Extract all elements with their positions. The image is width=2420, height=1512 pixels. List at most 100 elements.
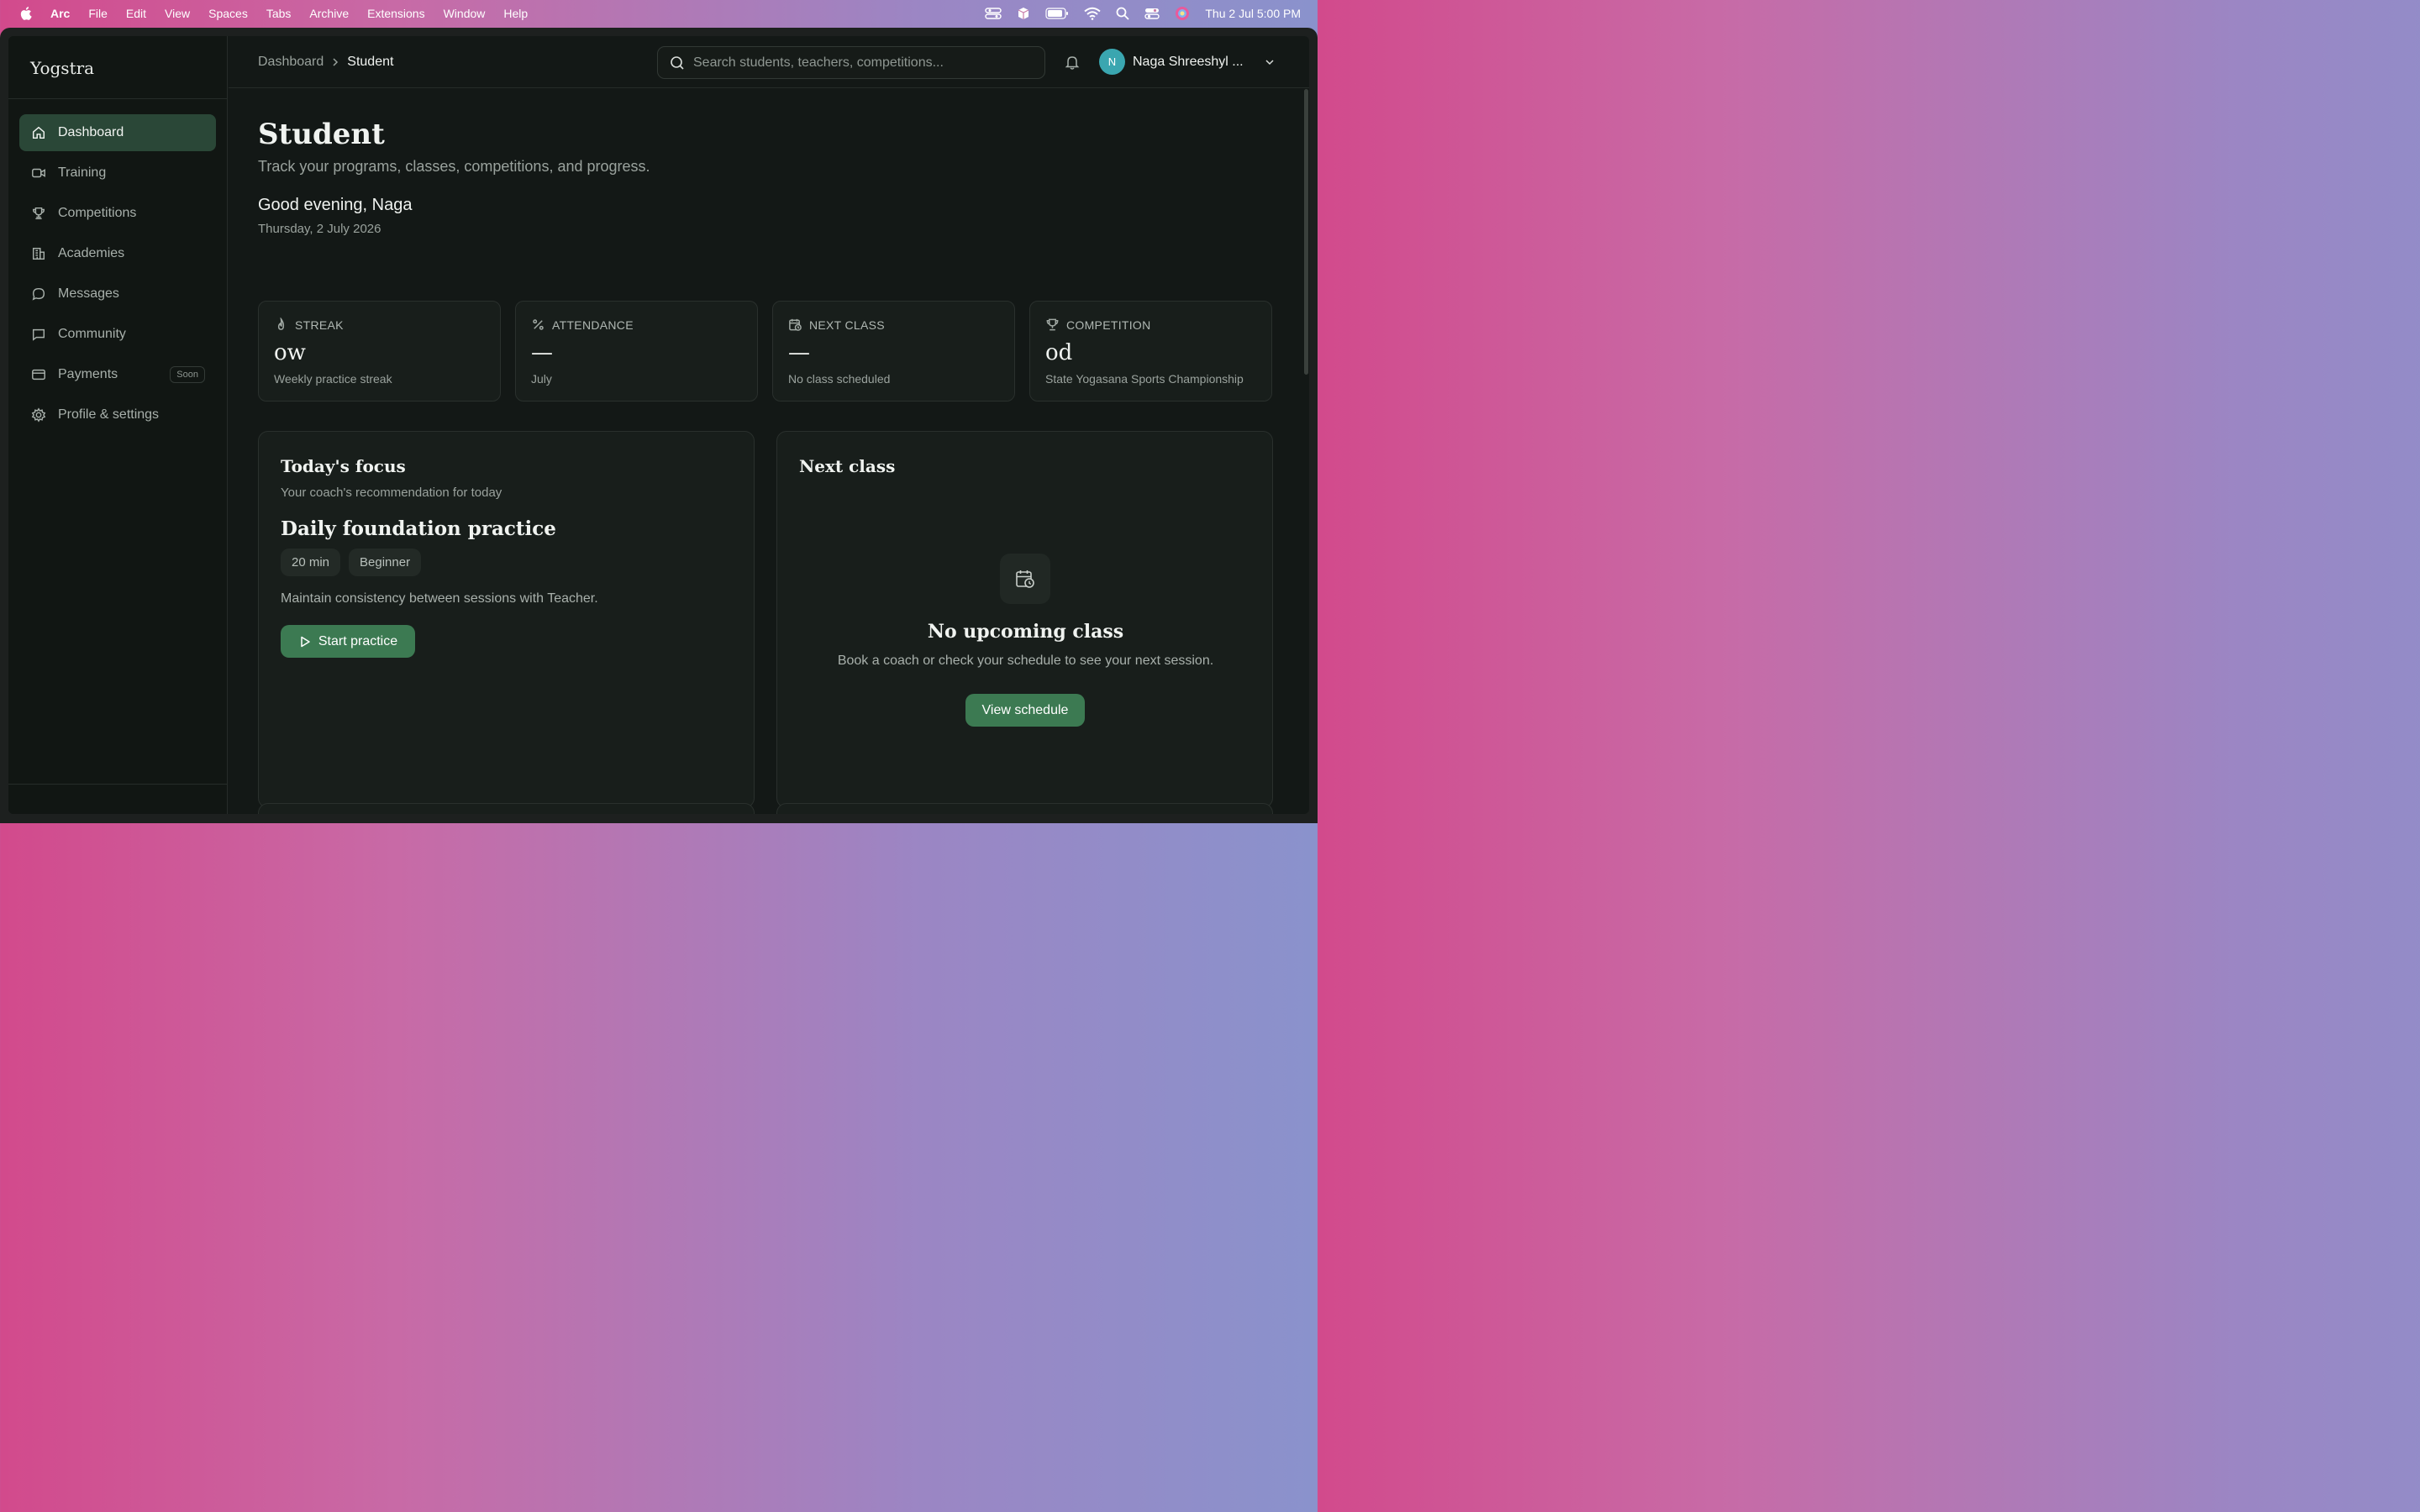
sidebar-item-training[interactable]: Training [19,155,216,192]
siri-icon[interactable] [1175,6,1190,21]
stat-note: State Yogasana Sports Championship [1045,372,1244,386]
current-date: Thursday, 2 July 2026 [258,222,381,236]
card-stub-right [776,803,1273,814]
wifi-icon[interactable] [1084,7,1102,20]
stat-header: COMPETITION [1045,318,1151,332]
view-schedule-button[interactable]: View schedule [965,694,1085,727]
menu-tabs[interactable]: Tabs [266,7,292,20]
sidebar-item-competitions[interactable]: Competitions [19,195,216,232]
app-logo[interactable]: Yogstra [30,58,94,78]
scrollbar[interactable] [1302,89,1309,814]
sidebar-item-academies[interactable]: Academies [19,235,216,272]
stat-header: NEXT CLASS [788,318,885,332]
scrollbar-thumb[interactable] [1304,89,1308,375]
gear-icon [31,407,46,423]
next-class-card: Next class No upcoming class Book a coac… [776,431,1273,808]
battery-icon[interactable] [1045,8,1069,19]
menu-archive[interactable]: Archive [309,7,349,20]
page-title: Student [258,118,385,151]
sidebar-item-label: Dashboard [58,125,124,139]
spotlight-search-icon[interactable] [1116,7,1130,20]
sidebar-item-label: Academies [58,246,125,260]
main-content: Student Track your programs, classes, co… [229,89,1309,814]
menu-window[interactable]: Window [444,7,486,20]
soon-badge: Soon [170,366,205,383]
breadcrumb: Dashboard Student [258,55,393,70]
stat-label: COMPETITION [1066,318,1151,332]
level-chip: Beginner [349,549,422,576]
percent-icon [533,319,544,330]
sidebar-item-profile-settings[interactable]: Profile & settings [19,396,216,433]
menu-help[interactable]: Help [503,7,528,20]
message-square-icon [32,328,45,341]
sidebar-item-label: Payments [58,367,118,381]
stat-label: ATTENDANCE [552,318,634,332]
sidebar: Yogstra Dashboard Training Competitions [8,36,228,814]
sidebar-item-dashboard[interactable]: Dashboard [19,114,216,151]
stat-card-attendance[interactable]: ATTENDANCE — July [515,301,758,402]
menu-extensions[interactable]: Extensions [367,7,424,20]
breadcrumb-student: Student [347,55,394,69]
stat-card-competition[interactable]: COMPETITION od State Yogasana Sports Cha… [1029,301,1272,402]
sidebar-item-community[interactable]: Community [19,316,216,353]
breadcrumb-dashboard[interactable]: Dashboard [258,55,324,70]
chevron-down-icon [1265,59,1274,65]
sidebar-item-payments[interactable]: Payments Soon [19,356,216,393]
control-center-icon[interactable] [1144,7,1160,20]
practice-description: Maintain consistency between sessions wi… [281,591,598,606]
bell-icon[interactable] [1064,54,1081,71]
menu-file[interactable]: File [88,7,108,20]
practice-tags: 20 min Beginner [281,549,422,576]
stat-label: NEXT CLASS [809,318,885,332]
start-practice-label: Start practice [318,633,398,648]
menu-spaces[interactable]: Spaces [208,7,248,20]
video-icon [32,168,45,178]
page-subtitle: Track your programs, classes, competitio… [258,158,650,175]
credit-card-icon [32,369,45,381]
menubar-clock[interactable]: Thu 2 Jul 5:00 PM [1205,7,1301,20]
sidebar-divider [8,98,228,99]
trophy-icon [1046,318,1059,331]
sidebar-item-messages[interactable]: Messages [19,276,216,312]
todays-focus-card: Today's focus Your coach's recommendatio… [258,431,755,808]
card-subtitle: Your coach's recommendation for today [281,486,502,500]
card-title: Next class [799,456,896,476]
user-menu[interactable]: N Naga Shreeshyl ... [1099,49,1275,75]
sidebar-nav: Dashboard Training Competitions Academie… [19,114,216,437]
menubar-app-name[interactable]: Arc [50,7,70,20]
search-icon [671,55,684,70]
control-strip-icon[interactable] [985,7,1002,20]
sidebar-item-label: Community [58,327,126,341]
practice-title: Daily foundation practice [281,517,556,540]
greeting: Good evening, Naga [258,196,413,214]
stat-note: Weekly practice streak [274,372,392,386]
stat-card-next-class[interactable]: NEXT CLASS — No class scheduled [772,301,1015,402]
empty-state-title: No upcoming class [927,621,1124,643]
menu-edit[interactable]: Edit [126,7,146,20]
stat-value: ow [274,340,306,365]
app-window: Yogstra Dashboard Training Competitions [0,28,1318,823]
chat-bubble-icon [32,287,45,301]
stat-header: ATTENDANCE [531,318,634,332]
stat-value: — [531,340,553,365]
menu-view[interactable]: View [165,7,190,20]
empty-state-icon-box [1000,554,1050,604]
box-icon[interactable] [1017,7,1030,20]
search-placeholder: Search students, teachers, competitions.… [693,55,944,70]
stat-label: STREAK [295,318,344,332]
duration-chip: 20 min [281,549,341,576]
apple-logo-icon[interactable] [18,6,32,21]
stat-note: July [531,372,552,386]
stat-card-streak[interactable]: STREAK ow Weekly practice streak [258,301,501,402]
stat-value: od [1045,340,1073,365]
trophy-icon [32,207,45,220]
sidebar-item-label: Training [58,165,107,180]
card-title: Today's focus [281,456,406,476]
sidebar-item-label: Profile & settings [58,407,160,422]
search-input[interactable]: Search students, teachers, competitions.… [657,46,1045,79]
sidebar-item-label: Messages [58,286,119,301]
building-icon [32,247,45,260]
start-practice-button[interactable]: Start practice [281,625,415,658]
topbar: Dashboard Student Search students, teach… [229,36,1309,88]
chevron-right-icon [333,58,339,66]
